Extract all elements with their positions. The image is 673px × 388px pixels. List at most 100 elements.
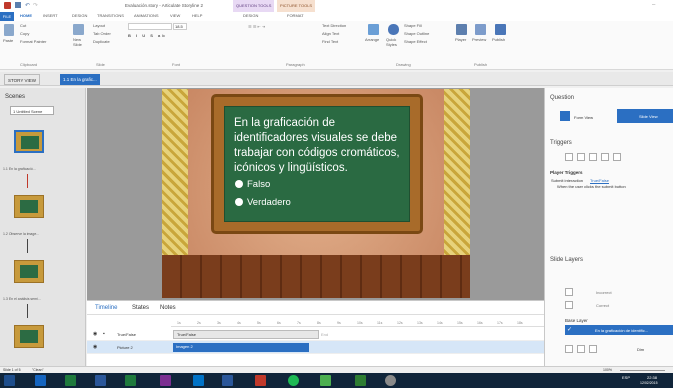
- eye-icon[interactable]: ◉: [93, 344, 97, 350]
- word-icon[interactable]: [222, 375, 233, 386]
- timeline-bar[interactable]: Imagen 2: [173, 343, 309, 352]
- player-label[interactable]: Player: [455, 37, 466, 42]
- slide-thumb-1[interactable]: [14, 130, 44, 153]
- duplicate-button[interactable]: Duplicate: [93, 39, 110, 44]
- trigger-line-1[interactable]: Submit interaction: [551, 178, 583, 183]
- arrange-icon[interactable]: [368, 24, 379, 35]
- language-indicator[interactable]: ESP: [622, 375, 630, 380]
- form-view-icon[interactable]: [560, 111, 570, 121]
- bullets-buttons[interactable]: ☰ ☰ ⇤ ⇥: [248, 24, 265, 29]
- tab-home[interactable]: HOME: [20, 13, 32, 18]
- checkmark-icon[interactable]: ✓: [567, 326, 572, 333]
- tab-help[interactable]: HELP: [192, 13, 202, 18]
- find-text-button[interactable]: Find Text: [322, 39, 338, 44]
- text-direction-button[interactable]: Text Direction: [322, 23, 346, 28]
- tab-notes[interactable]: Notes: [160, 305, 176, 311]
- layout-button[interactable]: Layout: [93, 23, 105, 28]
- tab-transitions[interactable]: TRANSITIONS: [97, 13, 124, 18]
- clock-time[interactable]: 22:38: [647, 375, 657, 380]
- trigger-link[interactable]: True/False: [590, 178, 609, 183]
- option-verdadero[interactable]: Verdadero: [235, 197, 291, 208]
- excel-icon[interactable]: [65, 375, 76, 386]
- shape-fill-button[interactable]: Shape Fill: [404, 23, 422, 28]
- shape-outline-button[interactable]: Shape Outline: [404, 31, 429, 36]
- cut-button[interactable]: Cut: [20, 23, 26, 28]
- format-painter-button[interactable]: Format Painter: [20, 39, 46, 44]
- story-view-tab[interactable]: STORY VIEW: [4, 74, 41, 85]
- layer-incorrect[interactable]: Incorrect: [596, 290, 612, 295]
- tab-order-button[interactable]: Tab Order: [93, 31, 111, 36]
- new-layer-icon[interactable]: [565, 345, 573, 353]
- tab-picture-format[interactable]: FORMAT: [287, 13, 304, 18]
- shape-effect-button[interactable]: Shape Effect: [404, 39, 427, 44]
- new-slide-icon[interactable]: [73, 24, 84, 35]
- eye-icon[interactable]: ◉: [93, 331, 97, 337]
- timeline-row[interactable]: ◉ ▪ True/False True/False End: [87, 328, 544, 341]
- paste-icon[interactable]: [4, 24, 14, 36]
- slide-thumb-4[interactable]: [14, 325, 44, 348]
- tab-question-design[interactable]: DESIGN: [243, 13, 258, 18]
- quick-styles-icon[interactable]: [388, 24, 399, 35]
- tab-timeline[interactable]: Timeline: [95, 305, 117, 311]
- slide-tab[interactable]: 1.1 En la grafic...: [60, 74, 100, 85]
- layer-correct[interactable]: Correct: [596, 303, 609, 308]
- spotify-icon[interactable]: [288, 375, 299, 386]
- question-text[interactable]: En la graficación de identificadores vis…: [234, 116, 406, 176]
- arrange-label[interactable]: Arrange: [365, 37, 379, 42]
- duplicate-layer-icon[interactable]: [577, 345, 585, 353]
- zoom-level[interactable]: 100%: [603, 368, 612, 372]
- slide-view-button[interactable]: Slide View: [617, 109, 673, 123]
- layer-visibility-checkbox[interactable]: [565, 288, 573, 296]
- save-icon[interactable]: [15, 2, 21, 8]
- onenote-icon[interactable]: [160, 375, 171, 386]
- clock-date[interactable]: 12/02/2015: [640, 381, 658, 385]
- minimize-icon[interactable]: –: [652, 2, 655, 8]
- tab-insert[interactable]: INSERT: [43, 13, 58, 18]
- radio-icon[interactable]: [235, 180, 243, 189]
- tab-file[interactable]: FILE: [0, 12, 14, 21]
- new-trigger-icon[interactable]: [565, 153, 573, 161]
- lock-icon[interactable]: ▪: [103, 331, 105, 337]
- edit-trigger-icon[interactable]: [577, 153, 585, 161]
- tab-states[interactable]: States: [132, 305, 149, 311]
- tab-animations[interactable]: ANIMATIONS: [134, 13, 159, 18]
- copy-button[interactable]: Copy: [20, 31, 29, 36]
- paste-label[interactable]: Paste: [3, 38, 13, 43]
- powerpoint-icon[interactable]: [255, 375, 266, 386]
- app-icon[interactable]: [385, 375, 396, 386]
- timeline-bar[interactable]: True/False: [173, 330, 319, 339]
- word-icon[interactable]: [95, 375, 106, 386]
- tab-view[interactable]: VIEW: [170, 13, 180, 18]
- publish-label[interactable]: Publish: [492, 37, 505, 42]
- player-icon[interactable]: [456, 24, 467, 35]
- option-falso[interactable]: Falso: [235, 179, 270, 190]
- publish-icon[interactable]: [495, 24, 506, 35]
- timeline-row[interactable]: ◉ Picture 2 Imagen 2: [87, 341, 544, 354]
- layer-visibility-checkbox[interactable]: [565, 301, 573, 309]
- dim-checkbox[interactable]: Dim: [637, 347, 644, 352]
- tab-design[interactable]: DESIGN: [72, 13, 87, 18]
- paste-trigger-icon[interactable]: [601, 153, 609, 161]
- copy-trigger-icon[interactable]: [589, 153, 597, 161]
- zoom-slider[interactable]: [620, 370, 665, 371]
- preview-icon[interactable]: [475, 24, 486, 35]
- font-family-select[interactable]: [128, 23, 172, 30]
- outlook-icon[interactable]: [193, 375, 204, 386]
- radio-icon[interactable]: [235, 198, 243, 207]
- slide-thumb-2[interactable]: [14, 195, 44, 218]
- quick-styles-label[interactable]: Quick Styles: [386, 37, 400, 47]
- form-view-button[interactable]: Form View: [574, 115, 593, 120]
- ie-icon[interactable]: [35, 375, 46, 386]
- font-size-select[interactable]: 18.5: [173, 23, 187, 30]
- font-style-buttons[interactable]: B I U S ab: [128, 33, 167, 38]
- delete-layer-icon[interactable]: [589, 345, 597, 353]
- app-icon[interactable]: [355, 375, 366, 386]
- undo-icon[interactable]: ↶: [25, 2, 30, 9]
- redo-icon[interactable]: ↷: [33, 2, 38, 9]
- start-icon[interactable]: [4, 375, 15, 386]
- align-text-button[interactable]: Align Text: [322, 31, 339, 36]
- preview-label[interactable]: Preview: [472, 37, 486, 42]
- excel-icon[interactable]: [125, 375, 136, 386]
- camtasia-icon[interactable]: [320, 375, 331, 386]
- slide-thumb-3[interactable]: [14, 260, 44, 283]
